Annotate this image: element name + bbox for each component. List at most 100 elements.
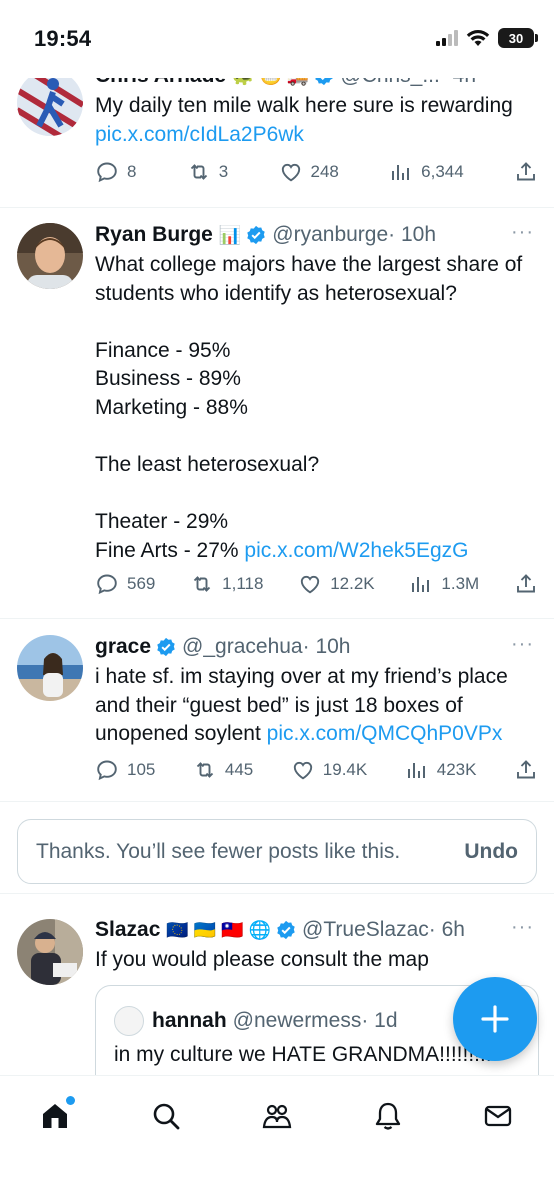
share-icon <box>517 760 535 779</box>
verified-badge-icon <box>247 225 266 245</box>
tweet-text: What college majors have the largest sha… <box>95 251 540 566</box>
tweet-text: My daily ten mile walk here sure is rewa… <box>95 92 540 149</box>
tab-notifications[interactable] <box>368 1096 408 1136</box>
avatar[interactable] <box>17 223 83 289</box>
author-handle[interactable]: @ryanburge <box>272 223 388 247</box>
reply-button[interactable]: 105 <box>95 758 155 782</box>
views-chart-icon <box>392 165 410 180</box>
home-icon <box>43 1104 67 1128</box>
reply-count: 8 <box>127 162 137 181</box>
share-icon <box>517 162 535 181</box>
author-name[interactable]: Ryan Burge <box>95 223 213 247</box>
feedback-text: Thanks. You’ll see fewer posts like this… <box>36 839 401 863</box>
tab-home[interactable] <box>35 1096 75 1136</box>
quoted-tweet-time: · 1d <box>361 1009 398 1032</box>
tweet-text: i hate sf. im staying over at my friend’… <box>95 663 540 749</box>
views-chart-icon <box>407 763 425 778</box>
tweet-actions: 8 3 248 6,344 <box>95 160 538 184</box>
tweet-text: If you would please consult the map <box>95 948 429 971</box>
repost-count: 445 <box>224 760 254 779</box>
battery-icon: 30 <box>498 28 538 48</box>
bell-icon <box>375 1102 401 1130</box>
status-bar: 19:54 30 <box>0 0 554 78</box>
more-options-icon[interactable]: ··· <box>511 633 534 656</box>
repost-button[interactable]: 445 <box>193 758 253 782</box>
compose-post-button[interactable] <box>453 977 537 1061</box>
tweet-header: Slazac 🇪🇺 🇺🇦 🇹🇼 🌐 @TrueSlazac · 6h <box>95 916 540 944</box>
reply-button[interactable]: 569 <box>95 572 155 596</box>
tweet-time: · 10h <box>302 635 351 658</box>
view-count: 1.3M <box>441 574 480 593</box>
tweet-time: · 6h <box>428 918 465 941</box>
views-chart-icon <box>412 577 430 592</box>
tweet-header: grace @_gracehua · 10h <box>95 633 540 661</box>
search-icon <box>153 1103 180 1130</box>
bottom-tab-bar <box>0 1075 554 1199</box>
home-notification-dot <box>66 1096 75 1105</box>
tab-communities[interactable] <box>257 1096 297 1136</box>
share-button[interactable] <box>514 572 538 596</box>
quoted-author-handle: @newermess <box>232 1009 362 1032</box>
heart-icon <box>281 163 300 182</box>
views-button[interactable]: 6,344 <box>389 160 464 184</box>
like-button[interactable]: 19.4K <box>291 758 367 782</box>
media-link[interactable]: pic.x.com/cIdLa2P6wk <box>95 123 304 146</box>
tweet-item[interactable]: grace @_gracehua · 10h ··· i hate sf. im… <box>0 619 554 802</box>
tweet-time: · 10h <box>388 223 437 246</box>
repost-count: 3 <box>218 162 229 181</box>
view-count: 6,344 <box>421 162 464 181</box>
heart-icon <box>301 575 320 594</box>
tweet-text-body: My daily ten mile walk here sure is rewa… <box>95 94 513 117</box>
undo-button[interactable]: Undo <box>464 840 518 864</box>
avatar[interactable] <box>17 919 83 985</box>
quoted-author-name: hannah <box>152 1009 227 1032</box>
tweet-text-body: What college majors have the largest sha… <box>95 253 523 562</box>
like-button[interactable]: 12.2K <box>298 572 375 596</box>
repost-icon <box>190 164 207 180</box>
media-link[interactable]: pic.x.com/W2hek5EgzG <box>244 539 468 562</box>
like-button[interactable]: 248 <box>279 160 339 184</box>
feedback-notice: Thanks. You’ll see fewer posts like this… <box>17 819 537 884</box>
tweet-header: Ryan Burge 📊 @ryanburge · 10h <box>95 221 540 249</box>
repost-button[interactable]: 3 <box>187 160 228 184</box>
author-name[interactable]: Slazac <box>95 918 160 942</box>
mail-icon <box>484 1105 512 1127</box>
reply-icon <box>97 760 117 781</box>
like-count: 12.2K <box>330 574 375 593</box>
author-handle[interactable]: @TrueSlazac <box>302 918 429 942</box>
cellular-signal-icon <box>436 30 458 46</box>
repost-button[interactable]: 1,118 <box>190 572 263 596</box>
author-name[interactable]: grace <box>95 635 151 659</box>
status-icons: 30 <box>436 28 538 48</box>
tweet-item[interactable]: Ryan Burge 📊 @ryanburge · 10h ··· What c… <box>0 208 554 619</box>
name-emojis: 🇪🇺 🇺🇦 🇹🇼 🌐 <box>166 919 272 940</box>
wifi-icon <box>466 30 490 46</box>
tab-messages[interactable] <box>478 1096 518 1136</box>
tab-search[interactable] <box>146 1096 186 1136</box>
more-options-icon[interactable]: ··· <box>511 916 534 939</box>
avatar[interactable] <box>17 70 83 136</box>
repost-count: 1,118 <box>222 574 264 593</box>
share-button[interactable] <box>514 160 538 184</box>
reply-icon <box>97 162 117 183</box>
views-button[interactable]: 1.3M <box>409 572 479 596</box>
view-count: 423K <box>436 760 477 779</box>
like-count: 19.4K <box>322 760 368 779</box>
reply-count: 569 <box>127 574 156 593</box>
name-emojis: 📊 <box>218 224 242 245</box>
views-button[interactable]: 423K <box>405 758 477 782</box>
avatar[interactable] <box>17 635 83 701</box>
status-time: 19:54 <box>34 26 92 51</box>
heart-icon <box>293 761 312 780</box>
author-handle[interactable]: @_gracehua <box>182 635 303 659</box>
quoted-tweet-header: hannah @newermess · 1d <box>114 1006 398 1036</box>
share-icon <box>517 574 535 593</box>
media-link[interactable]: pic.x.com/QMCQhP0VPx <box>267 722 503 745</box>
verified-badge-icon <box>277 920 295 940</box>
plus-icon <box>481 1005 509 1033</box>
reply-button[interactable]: 8 <box>95 160 136 184</box>
reply-icon <box>97 574 117 595</box>
more-options-icon[interactable]: ··· <box>511 221 534 244</box>
share-button[interactable] <box>514 758 538 782</box>
quoted-avatar <box>114 1006 144 1036</box>
